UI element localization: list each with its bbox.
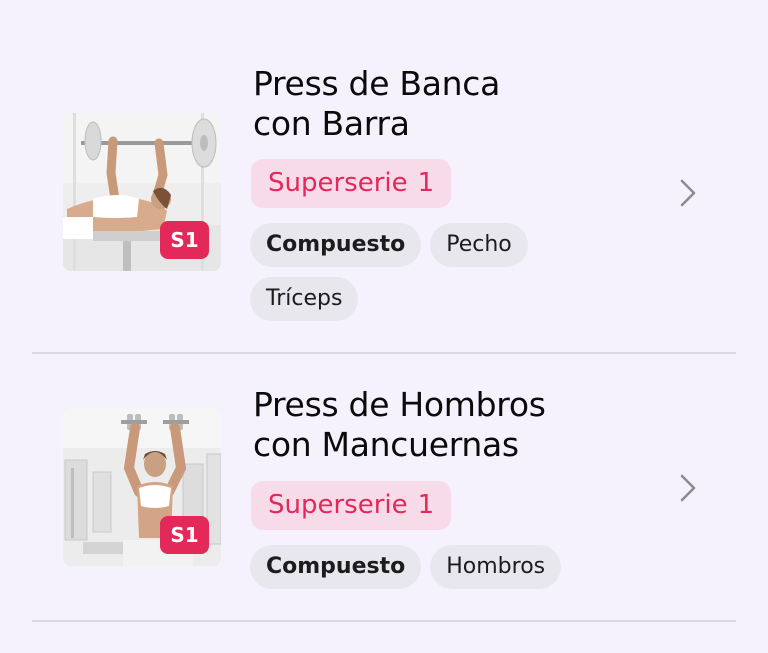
exercise-title: Press de Hombros con Mancuernas bbox=[253, 385, 633, 465]
tag-compound: Compuesto bbox=[250, 223, 422, 267]
superset-badge: S1 bbox=[160, 516, 209, 554]
exercise-row-bench-press[interactable]: S1 Press de Banca con Barra Superserie 1 … bbox=[0, 0, 768, 353]
chevron-right-icon[interactable] bbox=[674, 471, 702, 505]
exercise-title-line: Press de Hombros bbox=[253, 385, 546, 424]
superset-label: Superserie bbox=[268, 490, 408, 520]
superset-pill: Superserie 1 bbox=[251, 159, 452, 208]
tag-list: Compuesto Hombros bbox=[250, 545, 580, 589]
superset-number: 1 bbox=[417, 168, 435, 198]
exercise-title-line: Press de Banca bbox=[253, 64, 501, 103]
exercise-title-line: con Barra bbox=[253, 104, 410, 143]
exercise-row-shoulder-press[interactable]: S1 Press de Hombros con Mancuernas Super… bbox=[0, 354, 768, 621]
exercise-thumbnail: S1 bbox=[63, 408, 221, 566]
exercise-list: S1 Press de Banca con Barra Superserie 1 … bbox=[0, 0, 768, 653]
exercise-thumbnail: S1 bbox=[63, 113, 221, 271]
superset-label: Superserie bbox=[268, 168, 408, 198]
tag-muscle: Hombros bbox=[430, 545, 562, 589]
tag-compound: Compuesto bbox=[250, 545, 422, 589]
exercise-title: Press de Banca con Barra bbox=[253, 64, 633, 144]
tag-list: Compuesto Pecho Tríceps bbox=[250, 223, 580, 321]
superset-pill: Superserie 1 bbox=[251, 481, 452, 530]
chevron-right-icon[interactable] bbox=[674, 176, 702, 210]
superset-number: 1 bbox=[417, 490, 435, 520]
tag-muscle: Pecho bbox=[430, 223, 528, 267]
exercise-title-line: con Mancuernas bbox=[253, 425, 519, 464]
superset-badge: S1 bbox=[160, 221, 209, 259]
row-divider bbox=[32, 620, 736, 622]
tag-muscle: Tríceps bbox=[250, 277, 359, 321]
